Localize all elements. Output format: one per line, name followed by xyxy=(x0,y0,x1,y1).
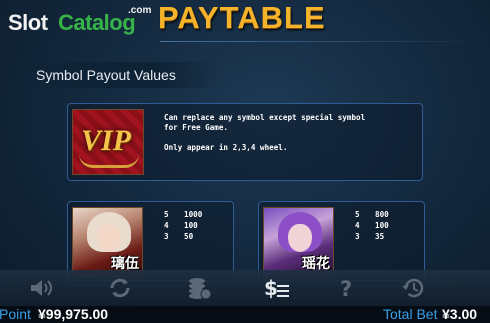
payout-count: 3 xyxy=(164,232,169,241)
total-bet-value: ¥3.00 xyxy=(442,306,478,322)
bottom-toolbar: $ ? xyxy=(0,270,490,306)
coins-icon[interactable] xyxy=(184,274,214,302)
section-header: Symbol Payout Values xyxy=(20,62,220,88)
speaker-icon[interactable] xyxy=(26,274,56,302)
symbol-payout-panel: 璃伍 5 1000 4 100 3 50 xyxy=(67,201,234,281)
autoplay-icon[interactable] xyxy=(105,274,135,302)
section-label: Symbol Payout Values xyxy=(36,67,176,83)
symbol-payout-panel: 瑶花 5 800 4 100 3 35 xyxy=(258,201,425,281)
payout-count: 3 xyxy=(355,232,360,241)
wild-symbol-panel: VIP Can replace any symbol except specia… xyxy=(67,103,423,181)
logo-catalog-text: Catalog xyxy=(58,10,136,35)
symbol-face xyxy=(288,224,312,252)
payout-value: 1000 xyxy=(184,210,203,219)
payout-value: 800 xyxy=(375,210,389,219)
payout-value: 100 xyxy=(184,221,198,230)
paytable-icon[interactable]: $ xyxy=(262,274,292,302)
vip-symbol-icon: VIP xyxy=(72,109,144,175)
title-divider xyxy=(160,41,490,42)
payout-value: 50 xyxy=(184,232,194,241)
payout-value: 35 xyxy=(375,232,385,241)
page-title: PAYTABLE xyxy=(158,0,326,35)
wild-description-line: Can replace any symbol except special sy… xyxy=(164,113,366,122)
logo-slot-text: Slot xyxy=(8,10,48,35)
total-bet-label: Total Bet xyxy=(383,306,438,322)
status-bar: Point ¥99,975.00 Total Bet ¥3.00 xyxy=(0,306,490,323)
history-icon[interactable] xyxy=(398,274,428,302)
svg-text:$: $ xyxy=(264,276,278,300)
help-icon[interactable]: ? xyxy=(332,274,362,302)
payout-count: 5 xyxy=(164,210,169,219)
laurel-ornament xyxy=(79,154,139,168)
game-screen: Slot Catalog .com PAYTABLE Symbol Payout… xyxy=(0,0,490,323)
payout-count: 5 xyxy=(355,210,360,219)
symbol-face xyxy=(97,224,121,252)
wild-description-line: for Free Game. xyxy=(164,123,229,132)
vip-symbol-text: VIP xyxy=(81,124,132,157)
logo-com-text: .com xyxy=(128,5,152,16)
payout-count: 4 xyxy=(164,221,169,230)
character-purple-symbol-icon: 瑶花 xyxy=(263,207,334,277)
point-balance: ¥99,975.00 xyxy=(38,306,109,322)
character-blonde-symbol-icon: 璃伍 xyxy=(72,207,143,277)
point-label: Point xyxy=(0,306,31,322)
payout-count: 4 xyxy=(355,221,360,230)
payout-value: 100 xyxy=(375,221,389,230)
wild-description-line: Only appear in 2,3,4 wheel. xyxy=(164,143,288,152)
svg-text:?: ? xyxy=(340,277,352,300)
